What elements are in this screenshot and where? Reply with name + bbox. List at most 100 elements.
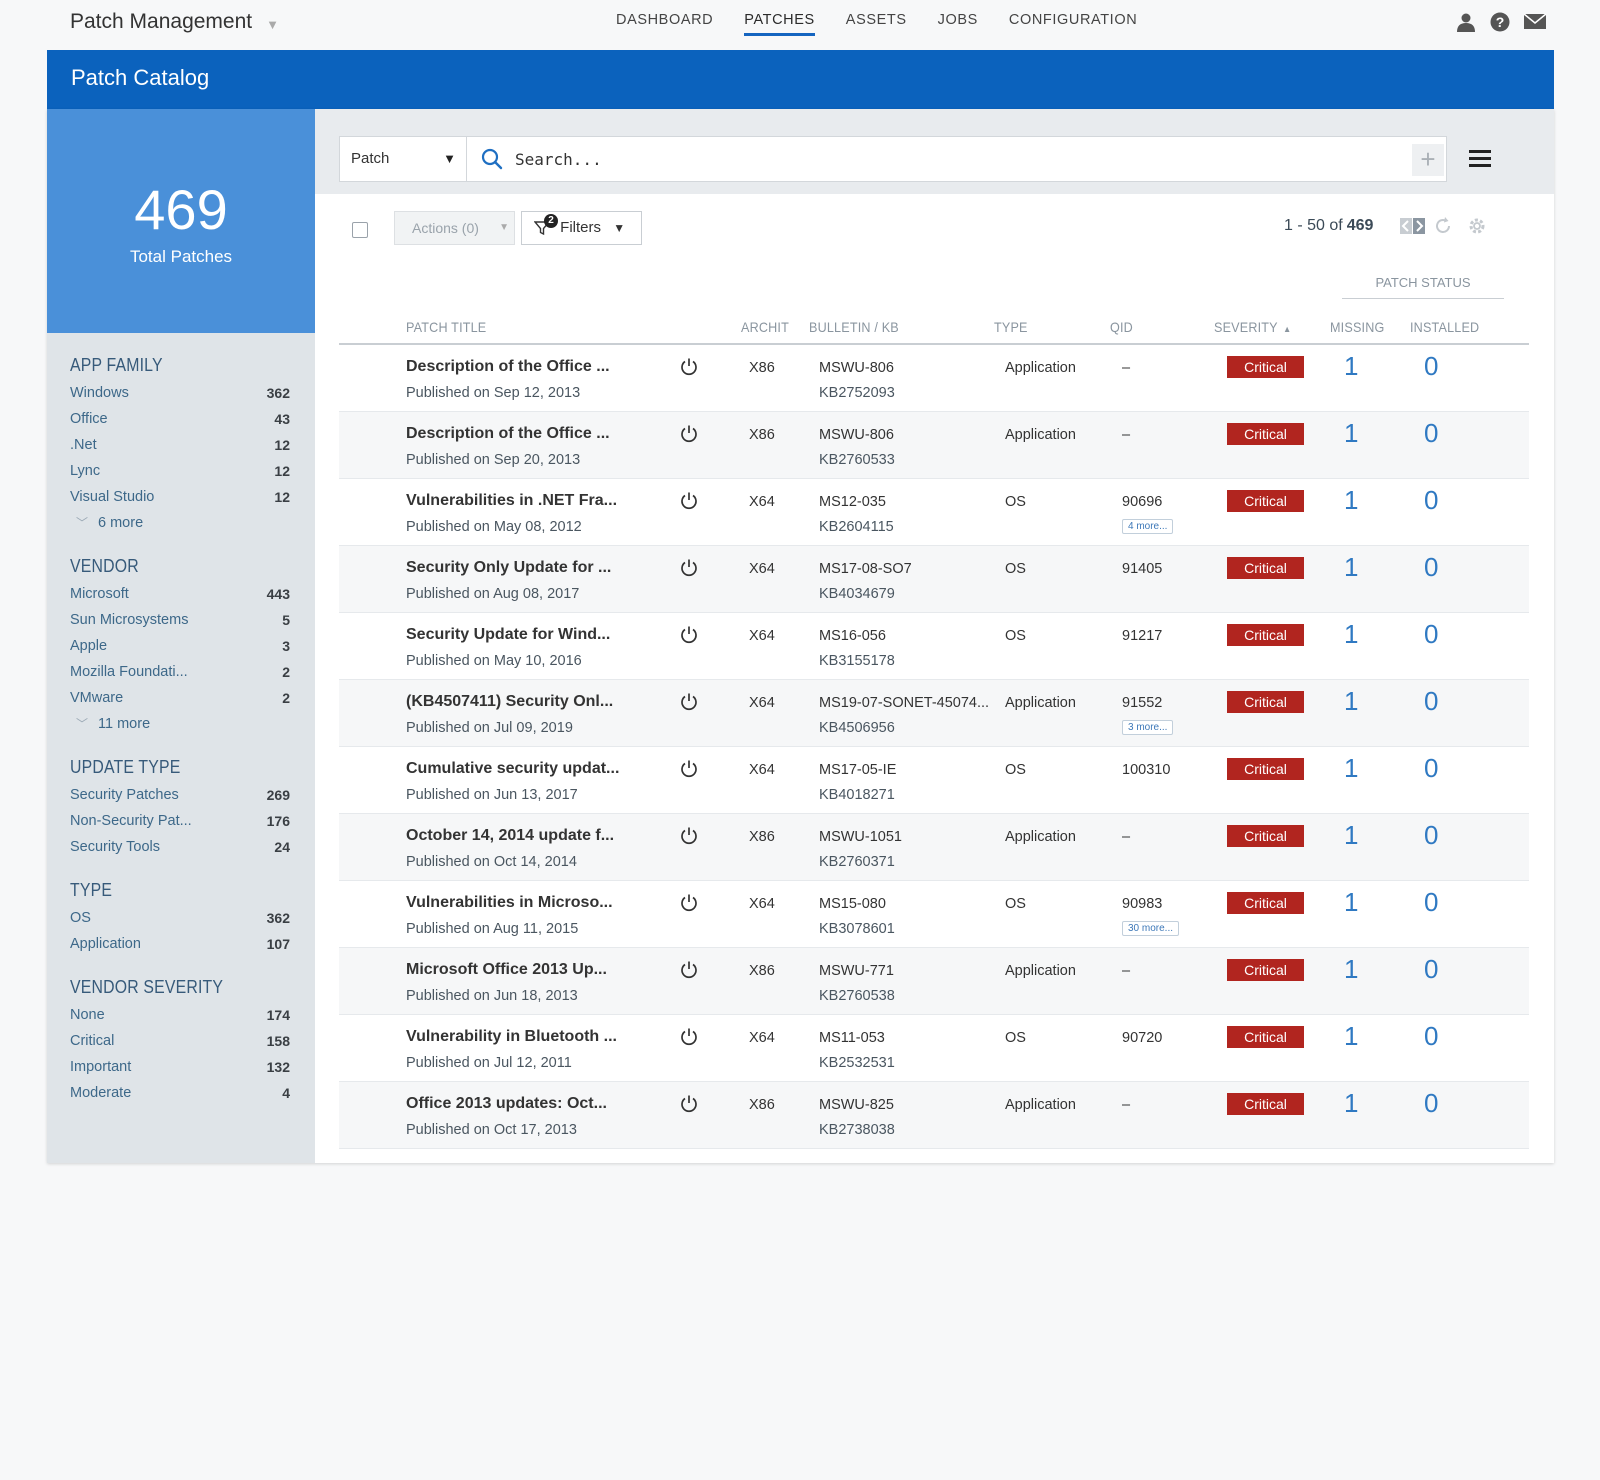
patch-title-link[interactable]: October 14, 2014 update f...: [406, 827, 656, 845]
app-switcher[interactable]: Patch Management ▼: [70, 10, 279, 34]
nav-assets[interactable]: ASSETS: [846, 12, 907, 36]
facet-item[interactable]: Security Patches 269: [70, 785, 290, 811]
installed-count-link[interactable]: 0: [1424, 820, 1438, 851]
missing-count-link[interactable]: 1: [1344, 954, 1358, 985]
header-installed[interactable]: INSTALLED: [1410, 319, 1479, 335]
nav-jobs[interactable]: JOBS: [938, 12, 978, 36]
nav-patches[interactable]: PATCHES: [744, 12, 815, 36]
installed-count-link[interactable]: 0: [1424, 485, 1438, 516]
header-bulletin[interactable]: BULLETIN / KB: [809, 319, 899, 335]
missing-count-link[interactable]: 1: [1344, 753, 1358, 784]
patch-title-link[interactable]: Description of the Office ...: [406, 425, 656, 443]
select-all-checkbox[interactable]: [352, 222, 368, 238]
table-row[interactable]: Security Update for Wind... Published on…: [339, 613, 1529, 680]
missing-count-link[interactable]: 1: [1344, 351, 1358, 382]
patch-title-link[interactable]: Description of the Office ...: [406, 358, 656, 376]
facet-item[interactable]: Moderate 4: [70, 1083, 290, 1109]
facet-item[interactable]: Application 107: [70, 934, 290, 960]
installed-count-link[interactable]: 0: [1424, 351, 1438, 382]
patch-title-link[interactable]: (KB4507411) Security Onl...: [406, 693, 656, 711]
header-arch[interactable]: ARCHIT: [741, 319, 789, 335]
installed-count-link[interactable]: 0: [1424, 753, 1438, 784]
facet-item[interactable]: None 174: [70, 1005, 290, 1031]
qid-more-button[interactable]: 3 more...: [1122, 720, 1174, 735]
facet-item[interactable]: Important 132: [70, 1057, 290, 1083]
facet-item[interactable]: Office 43: [70, 409, 290, 435]
header-qid[interactable]: QID: [1110, 319, 1133, 335]
refresh-icon[interactable]: [1433, 216, 1455, 238]
table-row[interactable]: Office 2013 updates: Oct... Published on…: [339, 1082, 1529, 1149]
table-row[interactable]: Description of the Office ... Published …: [339, 412, 1529, 479]
missing-count-link[interactable]: 1: [1344, 552, 1358, 583]
installed-count-link[interactable]: 0: [1424, 1021, 1438, 1052]
missing-count-link[interactable]: 1: [1344, 1088, 1358, 1119]
missing-count-link[interactable]: 1: [1344, 686, 1358, 717]
facet-item[interactable]: Lync 12: [70, 461, 290, 487]
actions-dropdown[interactable]: Actions (0) ▼: [394, 211, 515, 245]
facet-item[interactable]: Critical 158: [70, 1031, 290, 1057]
missing-count-link[interactable]: 1: [1344, 485, 1358, 516]
facet-item[interactable]: OS 362: [70, 908, 290, 934]
facet-item[interactable]: Mozilla Foundati... 2: [70, 662, 290, 688]
missing-count-link[interactable]: 1: [1344, 887, 1358, 918]
table-row[interactable]: Vulnerabilities in .NET Fra... Published…: [339, 479, 1529, 546]
facet-item[interactable]: Windows 362: [70, 383, 290, 409]
installed-count-link[interactable]: 0: [1424, 954, 1438, 985]
patch-title-link[interactable]: Cumulative security updat...: [406, 760, 656, 778]
patch-title-link[interactable]: Security Update for Wind...: [406, 626, 656, 644]
qid-more-button[interactable]: 4 more...: [1122, 519, 1174, 534]
add-query-button[interactable]: +: [1412, 144, 1444, 176]
installed-count-link[interactable]: 0: [1424, 619, 1438, 650]
patch-title-link[interactable]: Vulnerabilities in Microso...: [406, 894, 656, 912]
search-scope-select[interactable]: Patch ▼: [339, 136, 467, 182]
filters-button[interactable]: 2 Filters ▼: [521, 211, 642, 245]
settings-gear-icon[interactable]: [1467, 216, 1489, 238]
missing-count-link[interactable]: 1: [1344, 619, 1358, 650]
table-row[interactable]: Security Only Update for ... Published o…: [339, 546, 1529, 613]
installed-count-link[interactable]: 0: [1424, 686, 1438, 717]
missing-count-link[interactable]: 1: [1344, 1021, 1358, 1052]
header-type[interactable]: TYPE: [994, 319, 1028, 335]
table-row[interactable]: Vulnerability in Bluetooth ... Published…: [339, 1015, 1529, 1082]
page-nav-icon[interactable]: [1399, 216, 1425, 238]
facet-show-more[interactable]: ﹀ 11 more: [70, 714, 290, 740]
nav-dashboard[interactable]: DASHBOARD: [616, 12, 713, 36]
patch-title-link[interactable]: Microsoft Office 2013 Up...: [406, 961, 656, 979]
table-row[interactable]: Cumulative security updat... Published o…: [339, 747, 1529, 814]
table-row[interactable]: Description of the Office ... Published …: [339, 345, 1529, 412]
facet-item[interactable]: VMware 2: [70, 688, 290, 714]
table-row[interactable]: Vulnerabilities in Microso... Published …: [339, 881, 1529, 948]
search-input[interactable]: [515, 146, 1375, 172]
facet-item[interactable]: .Net 12: [70, 435, 290, 461]
facet-item[interactable]: Visual Studio 12: [70, 487, 290, 513]
app-title: Patch Management: [70, 10, 253, 33]
missing-count-link[interactable]: 1: [1344, 820, 1358, 851]
mail-icon[interactable]: [1523, 12, 1547, 32]
nav-configuration[interactable]: CONFIGURATION: [1009, 12, 1137, 36]
installed-count-link[interactable]: 0: [1424, 887, 1438, 918]
table-row[interactable]: (KB4507411) Security Onl... Published on…: [339, 680, 1529, 747]
user-icon[interactable]: [1456, 12, 1476, 32]
installed-count-link[interactable]: 0: [1424, 552, 1438, 583]
qid-more-button[interactable]: 30 more...: [1122, 921, 1180, 936]
installed-count-link[interactable]: 0: [1424, 1088, 1438, 1119]
table-row[interactable]: Microsoft Office 2013 Up... Published on…: [339, 948, 1529, 1015]
patch-title-link[interactable]: Security Only Update for ...: [406, 559, 656, 577]
facet-item[interactable]: Apple 3: [70, 636, 290, 662]
patch-title-link[interactable]: Vulnerability in Bluetooth ...: [406, 1028, 656, 1046]
header-severity[interactable]: SEVERITY ▲: [1214, 319, 1291, 335]
help-icon[interactable]: ?: [1490, 12, 1510, 32]
facet-item[interactable]: Security Tools 24: [70, 837, 290, 863]
header-missing[interactable]: MISSING: [1330, 319, 1384, 335]
hamburger-menu-icon[interactable]: [1469, 150, 1491, 168]
table-row[interactable]: October 14, 2014 update f... Published o…: [339, 814, 1529, 881]
facet-item[interactable]: Sun Microsystems 5: [70, 610, 290, 636]
facet-show-more[interactable]: ﹀ 6 more: [70, 513, 290, 539]
patch-title-link[interactable]: Office 2013 updates: Oct...: [406, 1095, 656, 1113]
installed-count-link[interactable]: 0: [1424, 418, 1438, 449]
facet-item[interactable]: Microsoft 443: [70, 584, 290, 610]
header-patch-title[interactable]: PATCH TITLE: [406, 319, 486, 335]
patch-title-link[interactable]: Vulnerabilities in .NET Fra...: [406, 492, 656, 510]
missing-count-link[interactable]: 1: [1344, 418, 1358, 449]
facet-item[interactable]: Non-Security Pat... 176: [70, 811, 290, 837]
